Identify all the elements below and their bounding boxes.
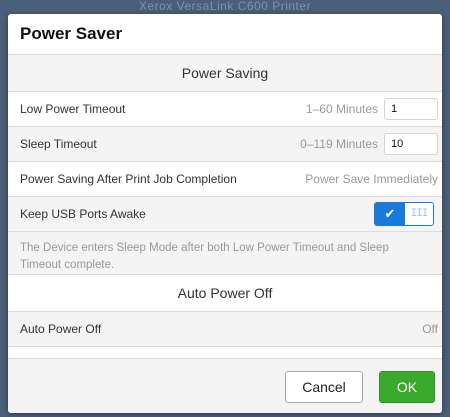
sleep-timeout-range: 0–119 Minutes [300, 137, 378, 151]
low-power-timeout-input[interactable] [384, 98, 438, 120]
sleep-timeout-input[interactable] [384, 133, 438, 155]
auto-power-off-header: Auto Power Off [8, 275, 442, 312]
sleep-mode-note: The Device enters Sleep Mode after both … [8, 232, 442, 275]
dialog-footer: Cancel OK [8, 358, 442, 413]
keep-usb-label: Keep USB Ports Awake [20, 207, 146, 221]
dialog-title: Power Saver [8, 14, 442, 55]
sleep-timeout-row: Sleep Timeout 0–119 Minutes [8, 127, 442, 162]
toggle-off-icon: III [405, 203, 433, 225]
after-print-label: Power Saving After Print Job Completion [20, 172, 237, 186]
ok-button[interactable]: OK [379, 371, 435, 403]
power-saver-dialog: Power Saver Power Saving Low Power Timeo… [8, 14, 442, 413]
after-print-value[interactable]: Power Save Immediately [305, 172, 438, 186]
sleep-timeout-label: Sleep Timeout [20, 137, 97, 151]
checkmark-icon: ✔ [375, 203, 405, 225]
low-power-timeout-label: Low Power Timeout [20, 102, 126, 116]
auto-power-off-label: Auto Power Off [20, 322, 102, 336]
keep-usb-toggle[interactable]: ✔ III [374, 202, 434, 226]
keep-usb-row: Keep USB Ports Awake ✔ III [8, 197, 442, 232]
low-power-timeout-row: Low Power Timeout 1–60 Minutes [8, 92, 442, 127]
auto-power-off-value[interactable]: Off [422, 322, 438, 336]
auto-power-off-row[interactable]: Auto Power Off Off [8, 312, 442, 347]
cancel-button[interactable]: Cancel [285, 371, 363, 403]
after-print-row[interactable]: Power Saving After Print Job Completion … [8, 162, 442, 197]
power-saving-header: Power Saving [8, 55, 442, 92]
low-power-timeout-range: 1–60 Minutes [305, 102, 378, 116]
